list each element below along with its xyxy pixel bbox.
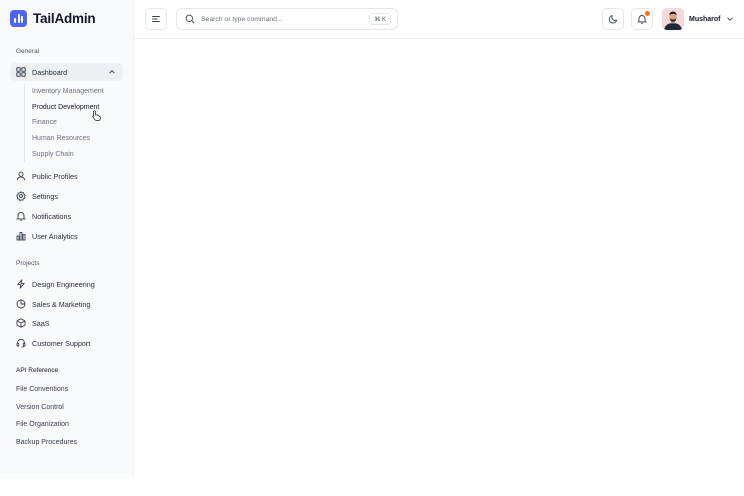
brand-name: TailAdmin: [33, 11, 96, 26]
bolt-icon: [16, 279, 26, 289]
sidebar-item-notifications[interactable]: Notifications: [10, 207, 123, 225]
sidebar-item-label: Notifications: [32, 211, 72, 221]
shortcut-badge: ⌘ K: [369, 13, 391, 25]
notifications-button[interactable]: [631, 8, 653, 30]
submenu-item-finance[interactable]: Finance: [25, 115, 124, 131]
sidebar-item-label: Sales & Marketing: [32, 299, 91, 309]
search-box[interactable]: ⌘ K: [176, 8, 398, 30]
sidebar-item-saas[interactable]: SaaS: [10, 314, 123, 332]
api-item-version-control[interactable]: Version Control: [16, 404, 64, 411]
submenu-item-supply-chain[interactable]: Supply Chain: [25, 146, 124, 162]
dashboard-submenu: Inventory Management Product Development…: [24, 84, 124, 162]
sidebar-item-user-analytics[interactable]: User Analytics: [10, 227, 123, 245]
sidebar-item-label: Design Engineering: [32, 279, 95, 289]
topbar: ⌘ K Musharof: [134, 0, 744, 39]
sidebar-item-label: SaaS: [32, 318, 50, 328]
chevron-down-icon: [726, 17, 733, 21]
sidebar-item-design-engineering[interactable]: Design Engineering: [10, 275, 123, 293]
pointer-cursor-icon: [92, 110, 101, 121]
section-label-general: General: [16, 48, 40, 55]
chevron-up-icon[interactable]: [108, 68, 116, 76]
api-item-backup-procedures[interactable]: Backup Procedures: [16, 439, 77, 446]
sidebar: TailAdmin General Dashboard Inventory Ma…: [0, 0, 134, 478]
headset-icon: [16, 338, 26, 348]
avatar: [662, 8, 684, 30]
submenu-item-human-resources[interactable]: Human Resources: [25, 131, 124, 147]
sidebar-item-dashboard[interactable]: Dashboard: [10, 63, 123, 81]
theme-toggle-button[interactable]: [602, 8, 624, 30]
bar-chart-icon: [16, 231, 26, 241]
search-icon: [185, 14, 195, 24]
menu-toggle-button[interactable]: [145, 8, 167, 30]
user-menu[interactable]: Musharof: [662, 8, 734, 30]
brand-logo[interactable]: TailAdmin: [10, 10, 96, 27]
submenu-item-product-development[interactable]: Product Development: [25, 100, 124, 116]
sidebar-item-label: Settings: [32, 191, 58, 201]
sidebar-item-label: Customer Support: [32, 338, 91, 348]
sidebar-item-customer-support[interactable]: Customer Support: [10, 334, 123, 352]
sidebar-item-label: Dashboard: [32, 67, 68, 77]
grid-icon: [16, 67, 26, 77]
user-icon: [16, 171, 26, 181]
section-label-projects: Projects: [16, 260, 40, 267]
sidebar-item-public-profiles[interactable]: Public Profiles: [10, 167, 123, 185]
bell-icon: [16, 211, 26, 221]
search-input[interactable]: [201, 15, 361, 23]
notification-dot: [645, 11, 650, 16]
logo-icon: [10, 10, 27, 27]
main-content: [134, 39, 744, 496]
sidebar-item-sales-marketing[interactable]: Sales & Marketing: [10, 295, 123, 313]
sidebar-item-settings[interactable]: Settings: [10, 187, 123, 205]
section-label-api-reference: API Reference: [16, 367, 59, 374]
gear-icon: [16, 191, 26, 201]
api-item-file-organization[interactable]: File Organization: [16, 421, 69, 428]
cube-icon: [16, 318, 26, 328]
user-name: Musharof: [689, 15, 721, 23]
menu-icon: [152, 16, 160, 22]
sidebar-item-label: User Analytics: [32, 231, 78, 241]
api-item-file-conventions[interactable]: File Conventions: [16, 386, 68, 393]
submenu-item-inventory-management[interactable]: Inventory Management: [25, 84, 124, 100]
moon-icon: [608, 15, 618, 24]
sidebar-item-label: Public Profiles: [32, 171, 78, 181]
pie-chart-icon: [16, 299, 26, 309]
